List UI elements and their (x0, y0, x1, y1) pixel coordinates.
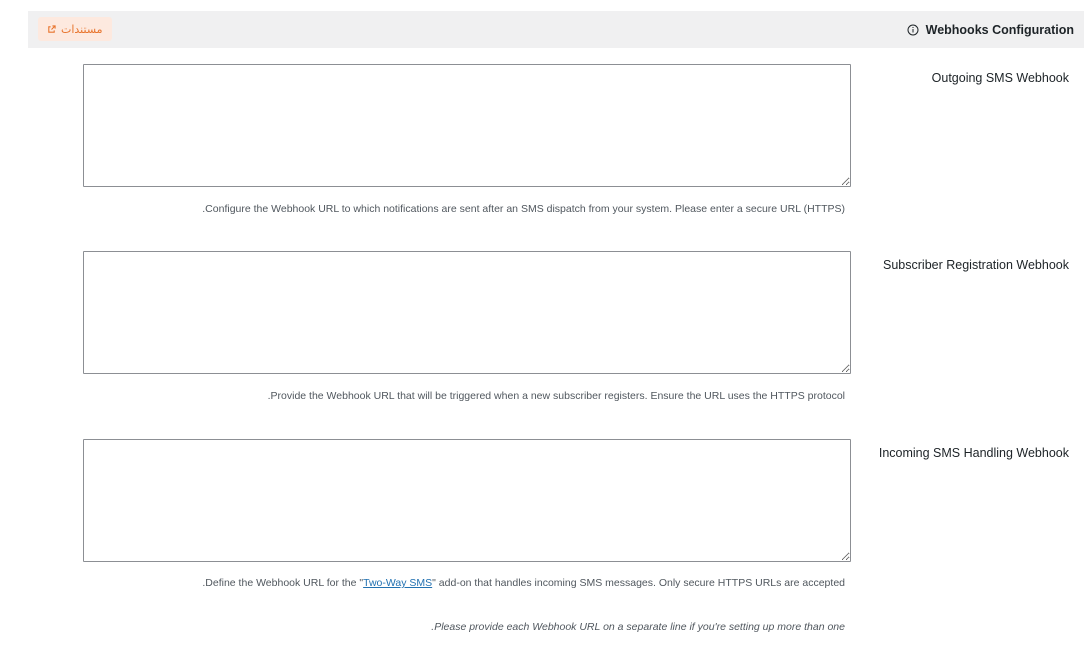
two-way-sms-link[interactable]: Two-Way SMS (363, 577, 432, 589)
info-icon (907, 24, 919, 35)
external-link-icon (48, 24, 56, 33)
subscriber-registration-webhook-label: Subscriber Registration Webhook (883, 258, 1069, 272)
incoming-sms-webhook-description: .Define the Webhook URL for the "Two-Way… (202, 577, 845, 589)
footnote: .Please provide each Webhook URL on a se… (431, 621, 845, 633)
subscriber-registration-webhook-input[interactable] (83, 251, 851, 374)
section-header: مستندات Webhooks Configuration (28, 11, 1084, 48)
page-title-text: Webhooks Configuration (925, 22, 1074, 37)
description-prefix: .Define the Webhook URL for the " (202, 577, 364, 589)
docs-button-label: مستندات (61, 23, 103, 36)
page-title: Webhooks Configuration (907, 11, 1074, 48)
incoming-sms-webhook-label: Incoming SMS Handling Webhook (878, 446, 1069, 460)
outgoing-sms-webhook-description: .Configure the Webhook URL to which noti… (202, 203, 845, 215)
description-suffix: " add-on that handles incoming SMS messa… (432, 577, 845, 589)
outgoing-sms-webhook-input[interactable] (83, 64, 851, 187)
docs-button[interactable]: مستندات (38, 17, 112, 41)
subscriber-registration-webhook-description: .Provide the Webhook URL that will be tr… (267, 390, 845, 402)
outgoing-sms-webhook-label: Outgoing SMS Webhook (931, 71, 1069, 85)
incoming-sms-webhook-input[interactable] (83, 439, 851, 562)
